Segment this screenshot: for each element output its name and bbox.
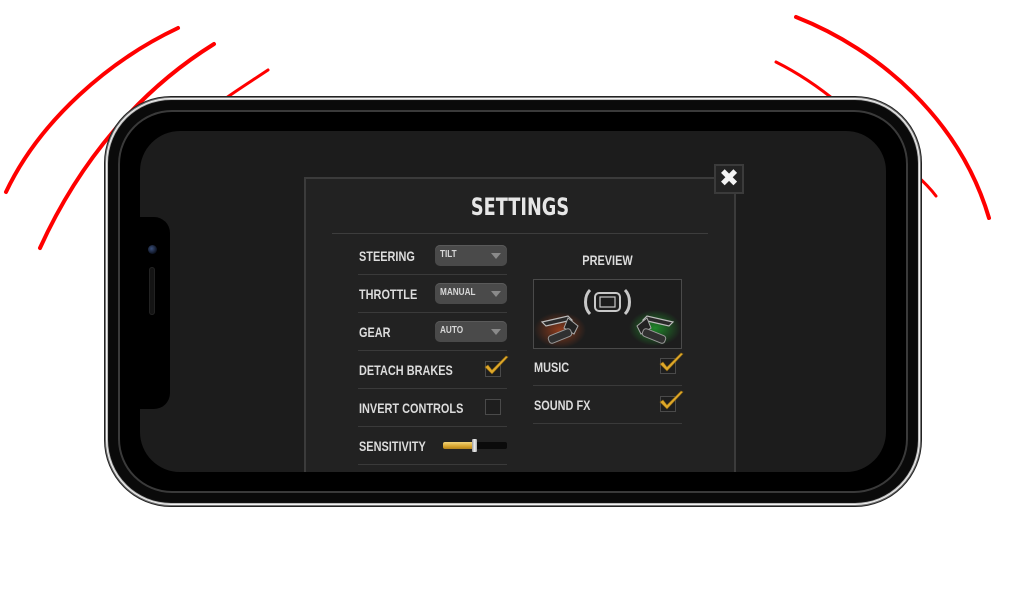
preview-label: PREVIEW: [582, 252, 633, 268]
gear-label: GEAR: [359, 324, 391, 340]
throttle-row: THROTTLE MANUAL: [358, 275, 507, 313]
sound-fx-label: SOUND FX: [534, 397, 591, 413]
earpiece-speaker: [149, 267, 155, 315]
gear-dropdown[interactable]: AUTO: [435, 321, 507, 342]
steering-row: STEERING TILT: [358, 237, 507, 275]
close-button[interactable]: ✖: [714, 164, 744, 194]
phone-frame: SETTINGS STEERING TILT THROTTLE MANUAL G…: [109, 101, 917, 502]
left-brake-lever-icon: [534, 312, 586, 348]
chevron-down-icon: [491, 329, 501, 335]
sound-fx-row: SOUND FX: [533, 386, 684, 424]
detach-brakes-checkbox[interactable]: [484, 355, 509, 377]
settings-panel: SETTINGS STEERING TILT THROTTLE MANUAL G…: [304, 177, 736, 472]
invert-controls-row: INVERT CONTROLS: [358, 389, 507, 427]
vibration-arc-left-inner: [220, 68, 270, 103]
gear-row: GEAR AUTO: [358, 313, 507, 351]
vibration-arc-right-inner: [914, 173, 938, 198]
sensitivity-slider-fill: [443, 442, 474, 449]
music-label: MUSIC: [534, 359, 570, 375]
sensitivity-row: SENSITIVITY: [358, 427, 507, 465]
vibration-arc-right-middle: [774, 60, 840, 105]
music-checkbox[interactable]: [659, 352, 684, 374]
throttle-value: MANUAL: [440, 287, 476, 298]
steering-label: STEERING: [359, 248, 415, 264]
sensitivity-label: SENSITIVITY: [359, 438, 426, 454]
audio-settings: MUSIC SOUND FX: [533, 348, 684, 424]
front-camera-icon: [148, 245, 157, 254]
control-preview: [533, 279, 682, 349]
gear-value: AUTO: [440, 325, 464, 336]
detach-brakes-row: DETACH BRAKES: [358, 351, 509, 389]
close-x-icon: ✖: [718, 165, 740, 192]
steering-value: TILT: [440, 249, 457, 260]
music-row: MUSIC: [533, 348, 684, 386]
checkmark-icon: [659, 390, 684, 410]
sound-fx-checkbox[interactable]: [659, 390, 684, 412]
phone-bezel: SETTINGS STEERING TILT THROTTLE MANUAL G…: [118, 110, 908, 493]
chevron-down-icon: [491, 253, 501, 259]
invert-controls-checkbox[interactable]: [485, 399, 501, 415]
detach-brakes-label: DETACH BRAKES: [359, 362, 453, 378]
invert-controls-label: INVERT CONTROLS: [359, 400, 464, 416]
title-divider: [332, 233, 708, 234]
sensitivity-slider-thumb[interactable]: [471, 439, 477, 452]
phone-notch: [140, 217, 170, 409]
left-settings-column: STEERING TILT THROTTLE MANUAL GEAR AUTO …: [358, 237, 509, 465]
throttle-dropdown[interactable]: MANUAL: [435, 283, 507, 304]
throttle-label: THROTTLE: [359, 286, 418, 302]
checkmark-icon: [659, 352, 684, 372]
settings-title: SETTINGS: [470, 193, 570, 221]
steering-dropdown[interactable]: TILT: [435, 245, 507, 266]
tilt-phone-icon: [584, 288, 631, 316]
chevron-down-icon: [491, 291, 501, 297]
sensitivity-slider[interactable]: [443, 439, 507, 452]
checkmark-icon: [484, 355, 509, 375]
phone-screen: SETTINGS STEERING TILT THROTTLE MANUAL G…: [140, 131, 886, 472]
right-throttle-lever-icon: [629, 310, 681, 346]
